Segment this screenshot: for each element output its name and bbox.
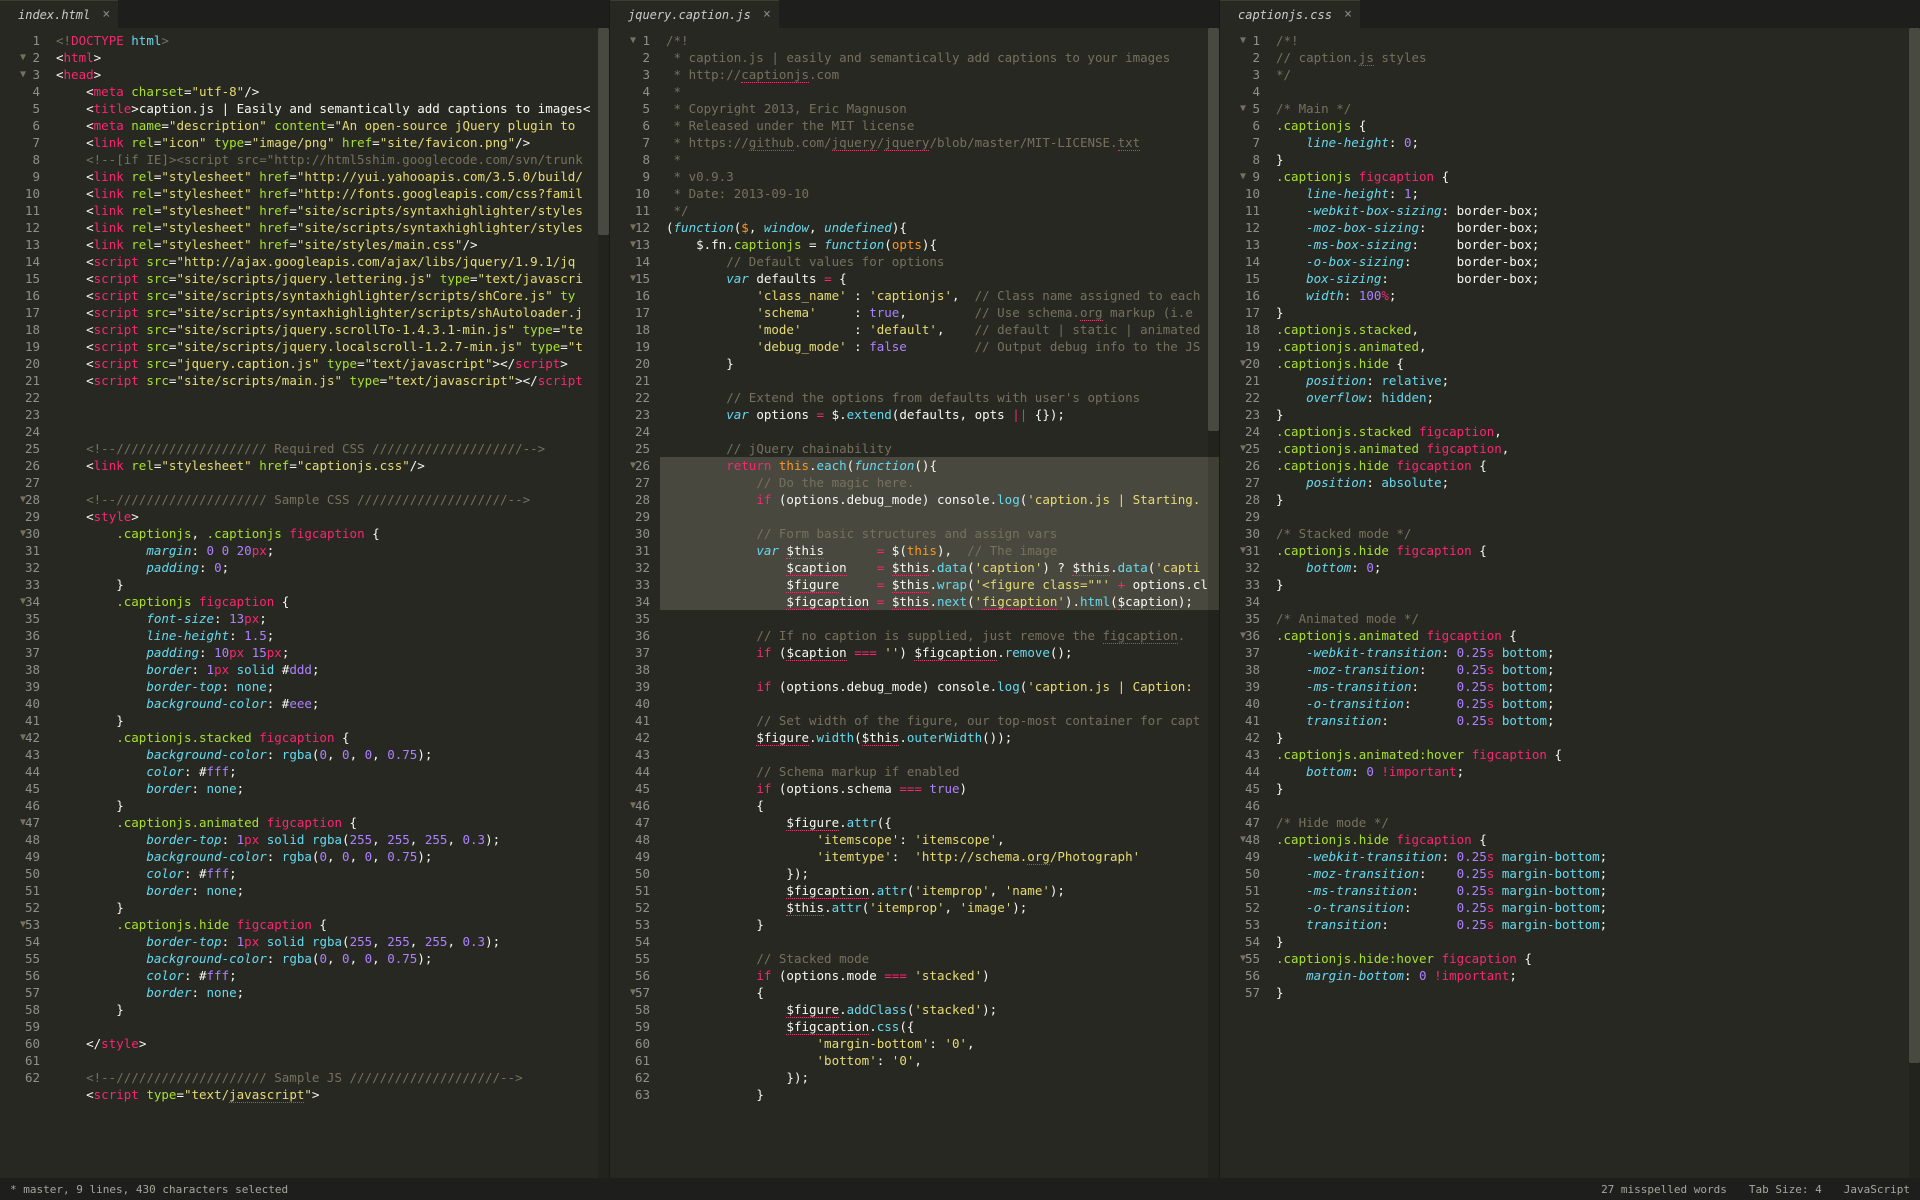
pane-3: captionjs.css × ▼1234▼5678▼9101112131415… <box>1220 0 1920 1178</box>
tab-captionjs-css[interactable]: captionjs.css × <box>1220 0 1360 28</box>
editor-1[interactable]: 1▼2▼345678910111213141516171819202122232… <box>0 28 609 1178</box>
gutter-1: 1▼2▼345678910111213141516171819202122232… <box>0 28 50 1178</box>
status-tabsize[interactable]: Tab Size: 4 <box>1749 1183 1822 1196</box>
status-misspelled[interactable]: 27 misspelled words <box>1601 1183 1727 1196</box>
close-icon[interactable]: × <box>102 7 110 22</box>
status-right: 27 misspelled words Tab Size: 4 JavaScri… <box>1601 1183 1910 1196</box>
gutter-2: ▼1234567891011▼12▼1314▼15161718192021222… <box>610 28 660 1178</box>
editor-panes: index.html × 1▼2▼34567891011121314151617… <box>0 0 1920 1178</box>
close-icon[interactable]: × <box>763 7 771 22</box>
code-2[interactable]: /*! * caption.js | easily and semantical… <box>660 28 1219 1178</box>
tab-bar-1: index.html × <box>0 0 609 28</box>
status-lang[interactable]: JavaScript <box>1844 1183 1910 1196</box>
tab-index-html[interactable]: index.html × <box>0 0 118 28</box>
scrollbar-2[interactable] <box>1208 28 1219 1178</box>
tab-label: captionjs.css <box>1238 8 1332 22</box>
status-left: * master, 9 lines, 430 characters select… <box>10 1183 288 1196</box>
editor-3[interactable]: ▼1234▼5678▼910111213141516171819▼2021222… <box>1220 28 1920 1178</box>
pane-2: jquery.caption.js × ▼1234567891011▼12▼13… <box>610 0 1220 1178</box>
tab-jquery-caption-js[interactable]: jquery.caption.js × <box>610 0 779 28</box>
status-bar: * master, 9 lines, 430 characters select… <box>0 1178 1920 1200</box>
tab-bar-2: jquery.caption.js × <box>610 0 1219 28</box>
pane-1: index.html × 1▼2▼34567891011121314151617… <box>0 0 610 1178</box>
scrollbar-1[interactable] <box>598 28 609 1178</box>
tab-label: index.html <box>18 8 90 22</box>
tab-bar-3: captionjs.css × <box>1220 0 1920 28</box>
editor-2[interactable]: ▼1234567891011▼12▼1314▼15161718192021222… <box>610 28 1219 1178</box>
tab-label: jquery.caption.js <box>628 8 751 22</box>
code-1[interactable]: <!DOCTYPE html><html><head> <meta charse… <box>50 28 609 1178</box>
scrollbar-3[interactable] <box>1909 28 1920 1178</box>
close-icon[interactable]: × <box>1344 7 1352 22</box>
gutter-3: ▼1234▼5678▼910111213141516171819▼2021222… <box>1220 28 1270 1178</box>
code-3[interactable]: /*!// caption.js styles*/ /* Main */.cap… <box>1270 28 1920 1178</box>
